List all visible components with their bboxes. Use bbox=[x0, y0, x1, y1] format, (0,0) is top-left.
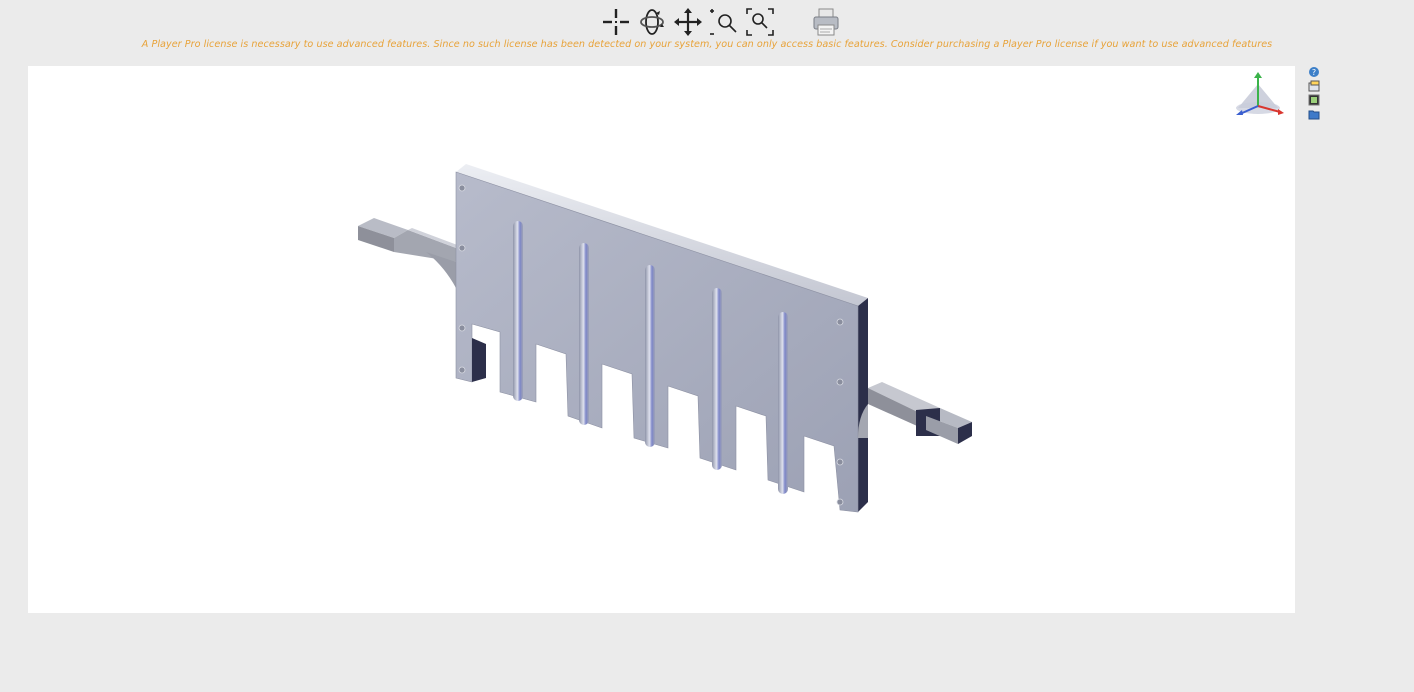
rotate-tool-button[interactable] bbox=[634, 4, 670, 40]
side-icon-bar: ? bbox=[1308, 66, 1322, 120]
rotate-icon bbox=[640, 9, 664, 35]
3d-viewport[interactable] bbox=[28, 66, 1295, 613]
move-arrows-icon bbox=[674, 8, 702, 36]
license-notice: A Player Pro license is necessary to use… bbox=[0, 39, 1414, 50]
help-icon[interactable]: ? bbox=[1308, 66, 1320, 78]
svg-text:?: ? bbox=[1312, 68, 1316, 77]
pan-tool-button[interactable] bbox=[670, 4, 706, 40]
plate-right-side bbox=[858, 298, 868, 512]
right-mounting-arm bbox=[858, 382, 972, 444]
zoom-tool-button[interactable] bbox=[706, 4, 742, 40]
cad-model[interactable] bbox=[28, 66, 1295, 613]
folder-icon[interactable] bbox=[1308, 108, 1320, 120]
left-tab-shadow bbox=[472, 338, 486, 382]
viewer-toolbar bbox=[598, 4, 844, 40]
printer-icon bbox=[813, 8, 839, 36]
license-notice-text: A Player Pro license is necessary to use… bbox=[141, 39, 1273, 50]
window-icon[interactable] bbox=[1308, 80, 1320, 92]
zoom-fit-icon bbox=[746, 8, 774, 36]
zoom-fit-tool-button[interactable] bbox=[742, 4, 778, 40]
print-tool-button[interactable] bbox=[808, 4, 844, 40]
crosshair-icon bbox=[603, 9, 629, 35]
zoom-in-out-icon bbox=[710, 9, 737, 35]
orientation-triad[interactable] bbox=[1232, 70, 1292, 120]
left-mounting-arm bbox=[358, 218, 460, 288]
select-tool-button[interactable] bbox=[598, 4, 634, 40]
background-icon[interactable] bbox=[1308, 94, 1320, 106]
